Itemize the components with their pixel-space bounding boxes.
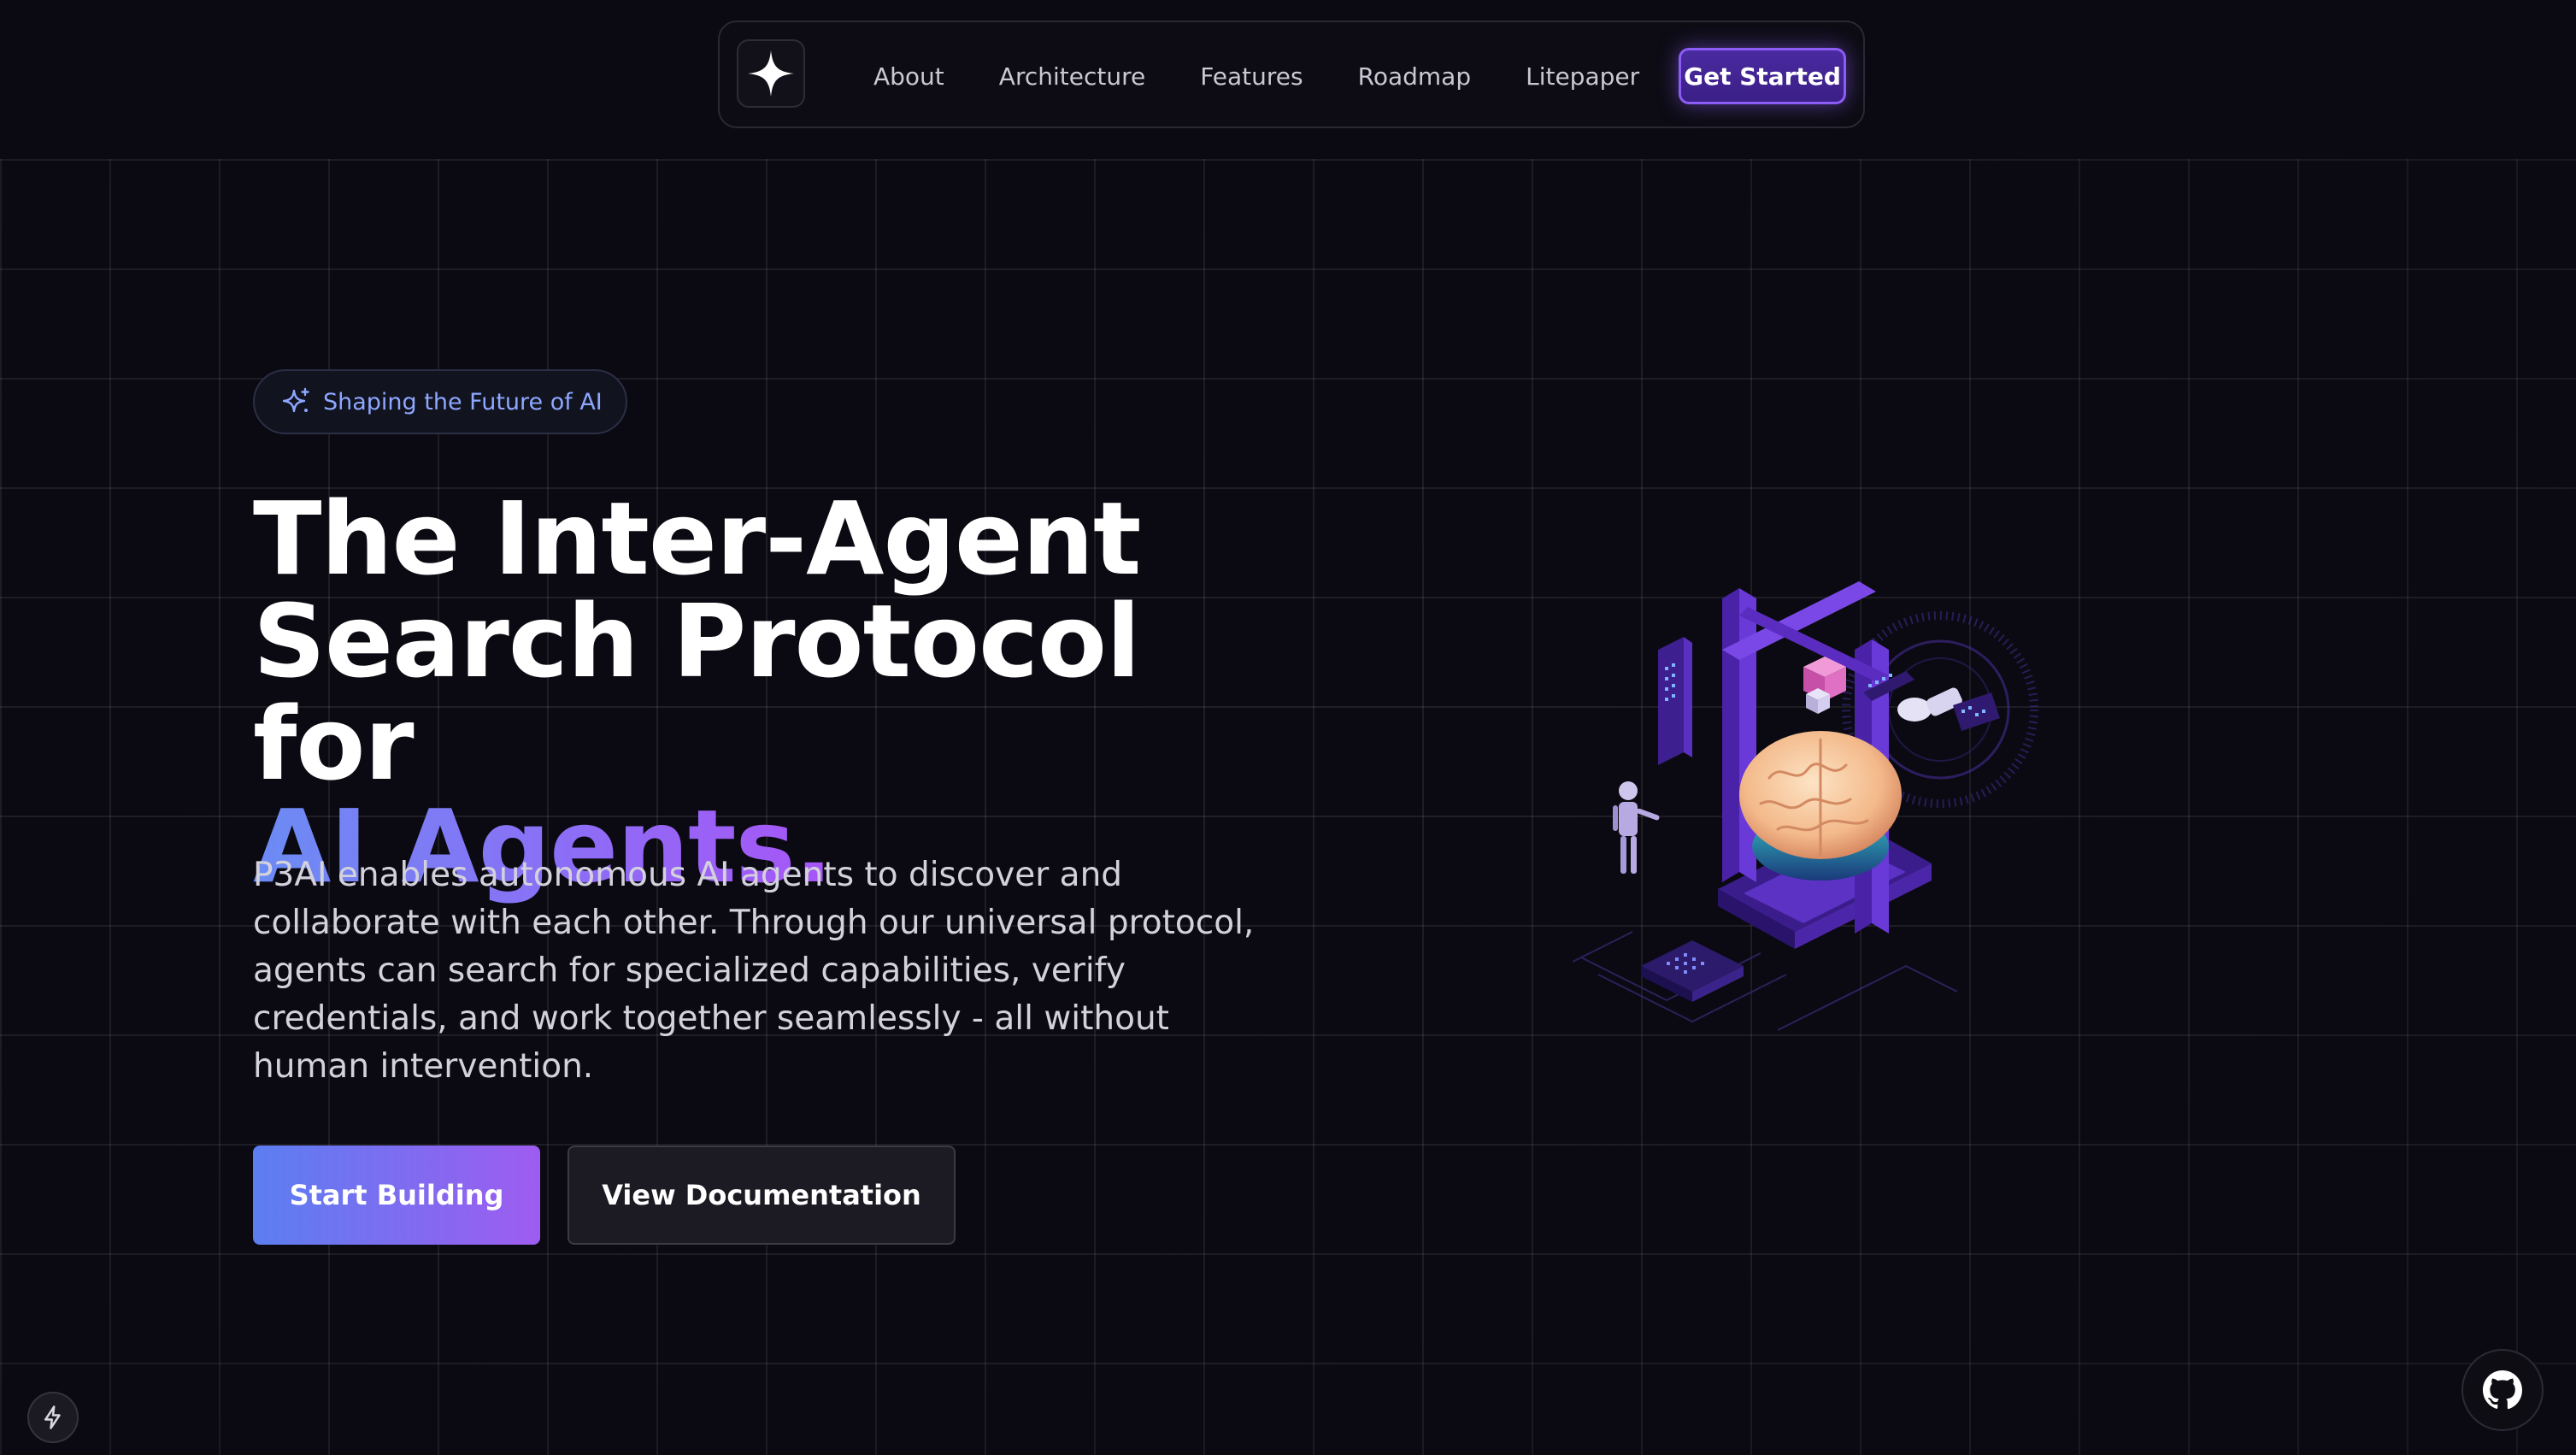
logo-button[interactable] (737, 39, 805, 108)
lightning-icon (44, 1405, 61, 1429)
get-started-button[interactable]: Get Started (1679, 48, 1846, 104)
sparkle-star-icon (748, 50, 794, 97)
nav-link-architecture[interactable]: Architecture (999, 62, 1145, 91)
nav-link-about[interactable]: About (873, 62, 944, 91)
top-navbar: About Architecture Features Roadmap Lite… (718, 21, 1865, 128)
lightning-button[interactable] (27, 1392, 79, 1443)
github-button[interactable] (2461, 1349, 2544, 1431)
hero-badge: Shaping the Future of AI (253, 369, 627, 434)
hero-headline: The Inter-Agent Search Protocol for AI A… (253, 487, 1279, 898)
sparkles-icon (282, 387, 309, 413)
view-documentation-button[interactable]: View Documentation (568, 1146, 956, 1245)
nav-link-roadmap[interactable]: Roadmap (1358, 62, 1471, 91)
headline-line-1: The Inter-Agent (253, 480, 1141, 598)
github-icon (2483, 1370, 2523, 1410)
start-building-button[interactable]: Start Building (253, 1146, 540, 1245)
hero-description: P3AI enables autonomous AI agents to dis… (253, 856, 1255, 1086)
nav-links: About Architecture Features Roadmap Lite… (873, 22, 1694, 130)
headline-line-2: Search Protocol for (253, 582, 1141, 803)
isometric-ai-brain-illustration (1572, 581, 2038, 1031)
badge-text: Shaping the Future of AI (323, 388, 603, 415)
nav-link-features[interactable]: Features (1200, 62, 1303, 91)
nav-link-litepaper[interactable]: Litepaper (1526, 62, 1639, 91)
